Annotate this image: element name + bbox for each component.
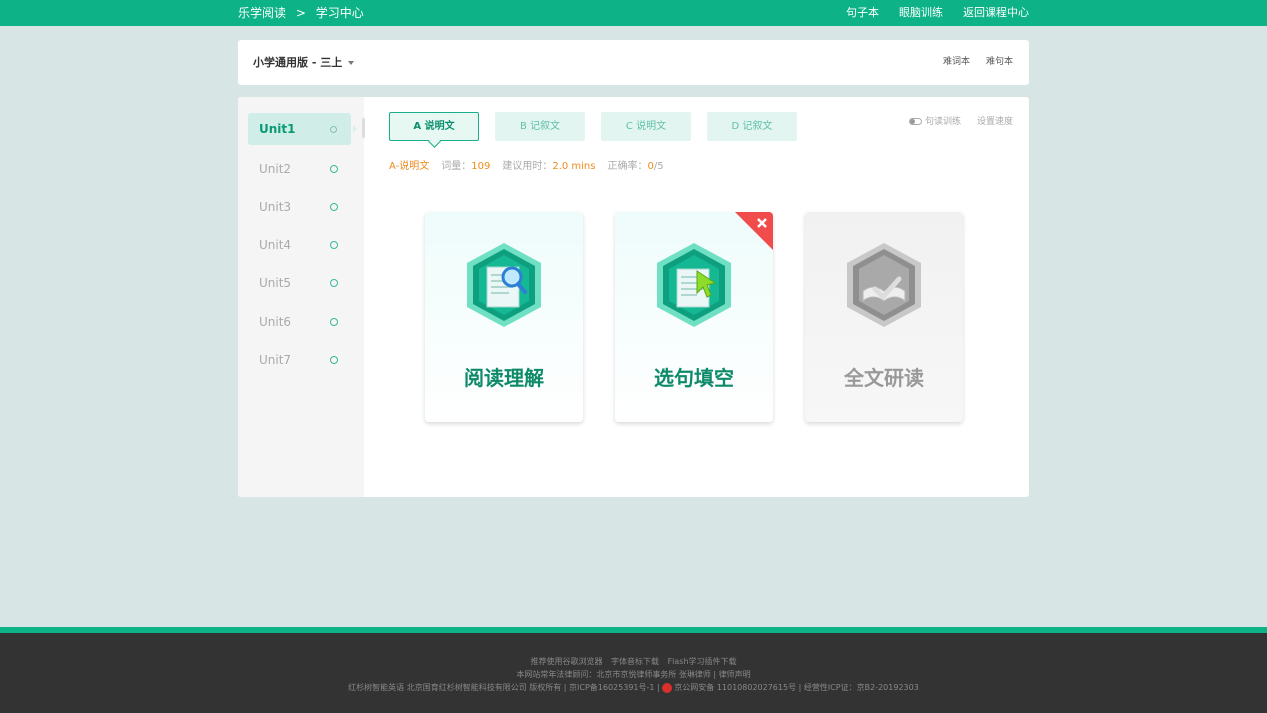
breadcrumb-separator: >: [295, 6, 306, 20]
nav-sentence-book[interactable]: 句子本: [846, 0, 879, 26]
grade-selector[interactable]: 小学通用版 - 三上: [253, 40, 355, 85]
accuracy: 正确率：0/5: [607, 157, 663, 172]
unit-label: Unit2: [259, 162, 292, 176]
main-card: Unit1 Unit2 Unit3 Unit4 Unit5 Unit6 Unit…: [238, 97, 1029, 497]
footer-copyright: 红杉树智能英语 北京国育红杉树智能科技有限公司 版权所有 | 京ICP备1602…: [0, 682, 1267, 693]
article-title: A-说明文: [389, 161, 430, 172]
reading-comprehension-tile[interactable]: 阅读理解: [425, 212, 583, 422]
active-arrow-icon: [353, 125, 357, 133]
progress-dot-icon: [330, 241, 338, 249]
accuracy-total: /5: [653, 161, 664, 172]
hard-words-link[interactable]: 难词本: [943, 40, 970, 85]
close-badge[interactable]: [735, 212, 773, 250]
hard-sentences-link[interactable]: 难句本: [986, 40, 1013, 85]
word-count-label: 词量：: [441, 161, 472, 172]
breadcrumb-current: 学习中心: [315, 6, 364, 20]
progress-dot-icon: [330, 165, 338, 173]
progress-dot-icon: [330, 356, 338, 364]
tab-a[interactable]: A 说明文: [389, 112, 479, 141]
unit-label: Unit4: [259, 238, 292, 252]
progress-dot-icon: [330, 203, 338, 211]
header-card: 小学通用版 - 三上 难词本 难句本: [238, 40, 1029, 85]
reading-comprehension-icon: [467, 243, 541, 327]
sentence-reading-toggle[interactable]: 句读训练: [908, 114, 961, 127]
tab-c[interactable]: C 说明文: [601, 112, 691, 141]
article-info: A-说明文 词量：109 建议用时：2.0 mins 正确率：0/5: [389, 157, 664, 172]
sentence-fill-tile[interactable]: 选句填空: [615, 212, 773, 422]
tab-d[interactable]: D 记叙文: [707, 112, 797, 141]
set-speed-link[interactable]: 设置速度: [977, 114, 1013, 127]
unit-label: Unit7: [259, 353, 292, 367]
progress-dot-icon: [330, 125, 337, 133]
unit-sidebar: Unit1 Unit2 Unit3 Unit4 Unit5 Unit6 Unit…: [238, 97, 364, 497]
full-text-study-icon: [847, 243, 921, 327]
accuracy-label: 正确率：: [607, 161, 648, 172]
breadcrumb-home[interactable]: 乐学阅读: [238, 6, 286, 20]
police-emblem-icon: [662, 682, 673, 693]
reading-options: 句读训练 设置速度: [908, 114, 1013, 127]
footer-legal: 本网站常年法律顾问：北京市京悦律师事务所 张琳律师 | 律师声明: [516, 670, 751, 679]
word-count-value: 109: [471, 161, 491, 172]
full-text-study-tile[interactable]: 全文研读: [805, 212, 963, 422]
unit-label: Unit1: [259, 122, 296, 136]
tab-b[interactable]: B 记叙文: [495, 112, 585, 141]
unit-item-6[interactable]: Unit6: [248, 306, 351, 338]
icp-text: 京公网安备 11010802027615号 | 经营性ICP证：京B2-2019…: [674, 683, 919, 692]
suggested-time: 建议用时：2.0 mins: [502, 157, 595, 172]
font-download-link[interactable]: 字体音标下载: [611, 657, 659, 666]
footer: 推荐使用谷歌浏览器 字体音标下载 Flash学习插件下载 本网站常年法律顾问：北…: [0, 633, 1267, 713]
unit-item-2[interactable]: Unit2: [248, 153, 351, 185]
nav-back-to-courses[interactable]: 返回课程中心: [963, 0, 1029, 26]
sidebar-handle[interactable]: [362, 118, 365, 138]
toggle-icon: [908, 118, 922, 125]
unit-item-1[interactable]: Unit1: [248, 113, 357, 145]
unit-item-4[interactable]: Unit4: [248, 229, 351, 261]
sentence-fill-icon: [657, 243, 731, 327]
unit-label: Unit3: [259, 200, 292, 214]
unit-label: Unit5: [259, 276, 292, 290]
copyright-text: 红杉树智能英语 北京国育红杉树智能科技有限公司 版权所有 | 京ICP备1602…: [348, 683, 660, 692]
exercise-tiles: 阅读理解 选句填空 全文研读: [425, 212, 963, 422]
caret-down-icon: [348, 61, 355, 65]
top-nav: 句子本 眼脑训练 返回课程中心: [846, 0, 1029, 26]
progress-dot-icon: [330, 318, 338, 326]
header-links: 难词本 难句本: [943, 40, 1013, 85]
grade-label: 小学通用版 - 三上: [253, 56, 343, 69]
progress-dot-icon: [330, 279, 338, 287]
article-tabs: A 说明文 B 记叙文 C 说明文 D 记叙文: [389, 112, 797, 141]
tile-title: 全文研读: [844, 366, 924, 390]
word-count: 词量：109: [441, 157, 490, 172]
suggested-time-value: 2.0 mins: [552, 161, 596, 172]
breadcrumb: 乐学阅读 > 学习中心: [238, 0, 370, 26]
browser-recommend-link[interactable]: 推荐使用谷歌浏览器: [530, 657, 602, 666]
suggested-time-label: 建议用时：: [502, 161, 553, 172]
tile-title: 选句填空: [654, 366, 734, 390]
tile-title: 阅读理解: [464, 366, 544, 390]
flash-plugin-link[interactable]: Flash学习插件下载: [668, 657, 737, 666]
unit-label: Unit6: [259, 315, 292, 329]
toggle-label: 句读训练: [924, 117, 961, 127]
footer-links: 推荐使用谷歌浏览器 字体音标下载 Flash学习插件下载: [0, 656, 1267, 667]
nav-eye-brain-training[interactable]: 眼脑训练: [899, 0, 943, 26]
unit-item-5[interactable]: Unit5: [248, 267, 351, 299]
top-bar: 乐学阅读 > 学习中心 句子本 眼脑训练 返回课程中心: [0, 0, 1267, 26]
unit-item-3[interactable]: Unit3: [248, 191, 351, 223]
unit-item-7[interactable]: Unit7: [248, 344, 351, 376]
